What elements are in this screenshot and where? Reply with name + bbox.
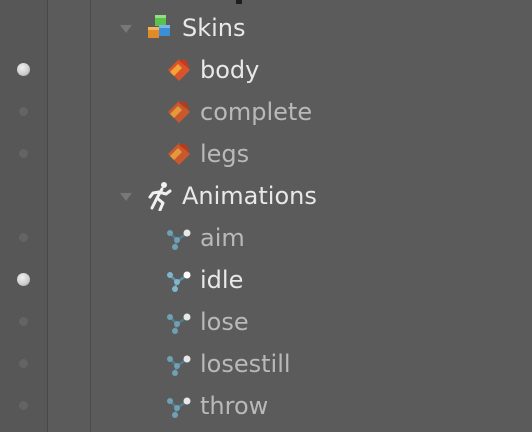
skin-icon <box>168 143 190 165</box>
running-figure-icon <box>148 182 172 211</box>
previous-item-stub <box>236 0 242 4</box>
animation-label: aim <box>200 224 245 252</box>
skin-row-body[interactable]: body <box>0 49 532 91</box>
skins-folder-icon <box>148 15 170 38</box>
animation-row-throw[interactable]: throw <box>0 385 532 427</box>
animation-row-lose[interactable]: lose <box>0 301 532 343</box>
animation-icon <box>167 271 191 292</box>
visibility-dot[interactable] <box>19 401 28 410</box>
skins-folder-label: Skins <box>182 14 246 42</box>
animation-row-idle[interactable]: idle <box>0 259 532 301</box>
animation-row-aim[interactable]: aim <box>0 217 532 259</box>
skin-icon <box>168 59 190 81</box>
visibility-dot[interactable] <box>19 359 28 368</box>
skin-label: legs <box>200 140 250 168</box>
visibility-dot[interactable] <box>19 317 28 326</box>
animation-label: idle <box>200 266 244 294</box>
visibility-dot[interactable] <box>17 63 30 76</box>
skin-icon <box>168 101 190 123</box>
animation-label: lose <box>200 308 249 336</box>
skin-row-complete[interactable]: complete <box>0 91 532 133</box>
animation-icon <box>167 229 191 250</box>
visibility-dot[interactable] <box>19 233 28 242</box>
visibility-dot[interactable] <box>19 149 28 158</box>
animation-label: losestill <box>200 350 291 378</box>
animations-folder-row[interactable]: Animations <box>0 175 532 217</box>
animation-row-losestill[interactable]: losestill <box>0 343 532 385</box>
skins-folder-row[interactable]: Skins <box>0 7 532 49</box>
visibility-dot[interactable] <box>17 273 30 286</box>
visibility-dot[interactable] <box>19 107 28 116</box>
animation-icon <box>167 355 191 376</box>
animation-icon <box>167 397 191 418</box>
skin-label: complete <box>200 98 313 126</box>
collapse-arrow-icon[interactable] <box>120 193 132 201</box>
animations-folder-label: Animations <box>182 182 317 210</box>
skin-row-legs[interactable]: legs <box>0 133 532 175</box>
skin-label: body <box>200 56 260 84</box>
collapse-arrow-icon[interactable] <box>120 25 132 33</box>
animation-label: throw <box>200 392 269 420</box>
animation-icon <box>167 313 191 334</box>
